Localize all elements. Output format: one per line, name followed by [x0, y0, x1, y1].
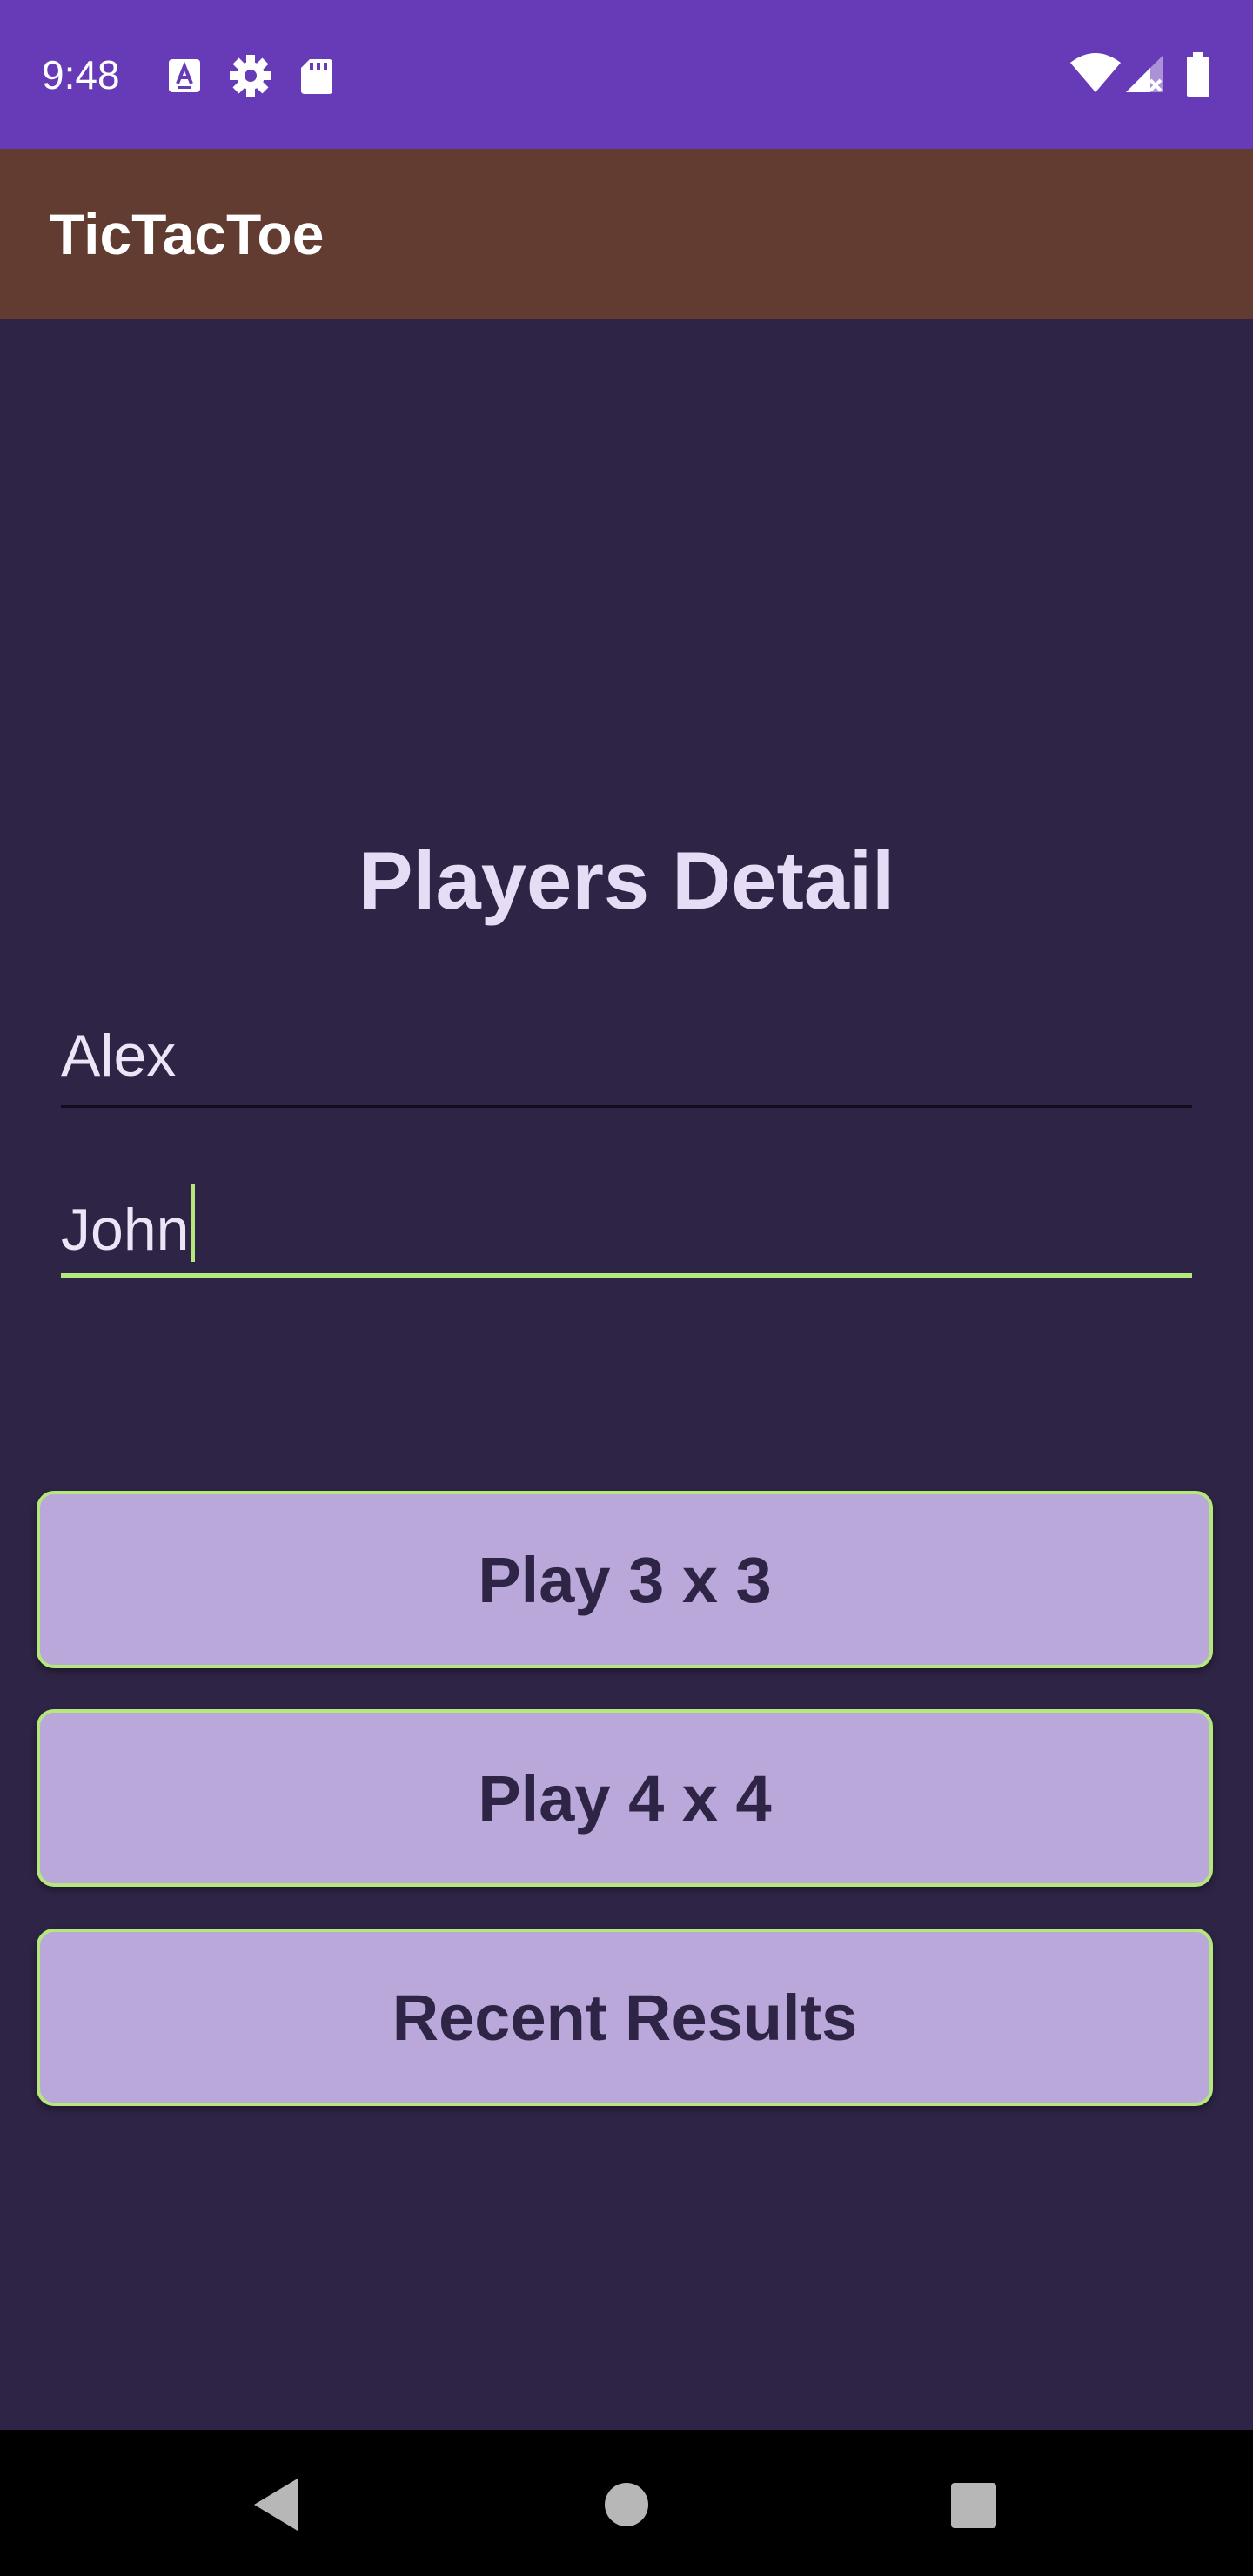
status-bar: 9:48 [0, 0, 1253, 149]
cell-signal-icon [1126, 56, 1163, 92]
player2-name-value: John [61, 1197, 190, 1263]
sd-card-icon [301, 59, 332, 94]
main-content: Players Detail Alex John Play 3 x 3 Play… [0, 319, 1253, 2430]
back-icon[interactable] [233, 2461, 320, 2548]
player2-field-underline [61, 1273, 1192, 1278]
app-title: TicTacToe [50, 202, 325, 266]
home-icon[interactable] [583, 2461, 670, 2548]
gear-icon [230, 55, 271, 97]
player1-field-underline [61, 1105, 1192, 1108]
keyboard-a-icon [169, 59, 200, 92]
player1-name-field[interactable]: Alex [61, 1021, 1192, 1108]
recents-icon[interactable] [929, 2461, 1016, 2548]
page-title: Players Detail [358, 835, 895, 926]
wifi-icon [1070, 53, 1121, 92]
battery-icon [1187, 52, 1209, 97]
play-3x3-button[interactable]: Play 3 x 3 [37, 1491, 1213, 1668]
player2-name-field[interactable]: John [61, 1184, 1192, 1279]
recent-results-button[interactable]: Recent Results [37, 1929, 1213, 2106]
status-time: 9:48 [42, 52, 120, 97]
text-cursor [191, 1184, 196, 1262]
navigation-bar [0, 2430, 1253, 2576]
app-bar: TicTacToe [0, 149, 1253, 319]
play-4x4-button[interactable]: Play 4 x 4 [37, 1709, 1213, 1887]
player1-name-value: Alex [61, 1023, 177, 1089]
